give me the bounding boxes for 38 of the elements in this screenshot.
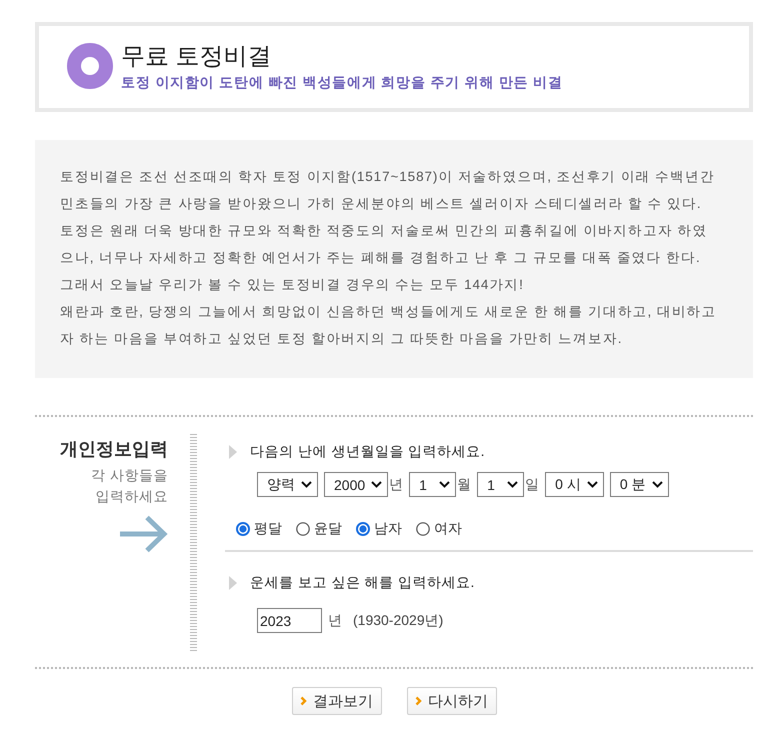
- chevron-icon: [415, 696, 422, 706]
- unit-label: 일: [525, 476, 540, 494]
- radio-option[interactable]: 윤달: [296, 520, 342, 538]
- triangle-icon: [229, 445, 237, 459]
- caret-icon: [586, 481, 598, 488]
- year-range-text: (1930-2029년): [353, 612, 444, 630]
- dropdown[interactable]: 0 분: [610, 472, 669, 497]
- description-text: 토정비결은 조선 선조때의 학자 토정 이지함(1517~1587)이 저술하였으며, 조선후기 이래 수백년간 민초들의 가장 큰 사랑을 받아왔으니 가히 운세분야의 베스트 셀러이자 스테디셀러라 할 수 있다. 토정은 원래 더욱 방대한 규모와 적확한 적중도의 저술로써 민간의 피흉취길에 이바지하고자 하였으나, 너무나 자세하고 정확한 예언서가 주는 폐해를 경험하고 난 후 그 규모를 대폭 줄였다 한다. 그래서 오늘날 우리가 볼 수 있는 토정비결 경우의 수는 모두 144가지!: [60, 168, 716, 294]
- unit-label: 월: [457, 476, 472, 494]
- radio-option[interactable]: 남자: [356, 520, 402, 538]
- action-button[interactable]: 결과보기: [292, 687, 382, 715]
- caret-icon: [439, 481, 450, 488]
- ring-icon: [67, 42, 113, 88]
- caret-icon: [371, 481, 382, 488]
- chevron-icon: [300, 696, 307, 706]
- action-button[interactable]: 다시하기: [406, 687, 496, 715]
- unit-label: 년: [389, 476, 404, 494]
- year-input[interactable]: 2023: [257, 608, 322, 633]
- caret-icon: [301, 481, 312, 488]
- dropdown[interactable]: 1: [477, 472, 524, 497]
- dropdown[interactable]: 1: [409, 472, 456, 497]
- unit-label: 년: [328, 612, 342, 630]
- section-hint: 각 사항들을: [91, 466, 168, 485]
- caret-icon: [652, 481, 663, 488]
- page-title: 무료 토정비결: [121, 43, 273, 71]
- radio-option[interactable]: 평달: [236, 520, 282, 538]
- triangle-icon: [229, 576, 237, 590]
- page-subtitle: 토정 이지함이 도탄에 빠진 백성들에게 희망을 주기 위해 만든 비결: [121, 73, 563, 91]
- description-text: 왜란과 호란, 당쟁의 그늘에서 희망없이 신음하던 백성들에게도 새로운 한 해를 기대하고, 대비하고자 하는 마음을 부여하고 싶었던 토정 할아버지의 그 따뜻한 마음을 가만히 느껴보자.: [60, 303, 717, 348]
- dropdown[interactable]: 양력: [257, 472, 318, 497]
- caret-icon: [507, 481, 518, 488]
- dropdown[interactable]: 2000: [324, 472, 388, 497]
- radio-option[interactable]: 여자: [416, 520, 462, 538]
- dropdown[interactable]: 0 시: [545, 472, 604, 497]
- prompt-text: 다음의 난에 생년월일을 입력하세요.: [250, 443, 486, 461]
- section-hint: 입력하세요: [96, 487, 168, 506]
- prompt-text: 운세를 보고 싶은 해를 입력하세요.: [250, 574, 475, 592]
- section-heading: 개인정보입력: [60, 438, 168, 460]
